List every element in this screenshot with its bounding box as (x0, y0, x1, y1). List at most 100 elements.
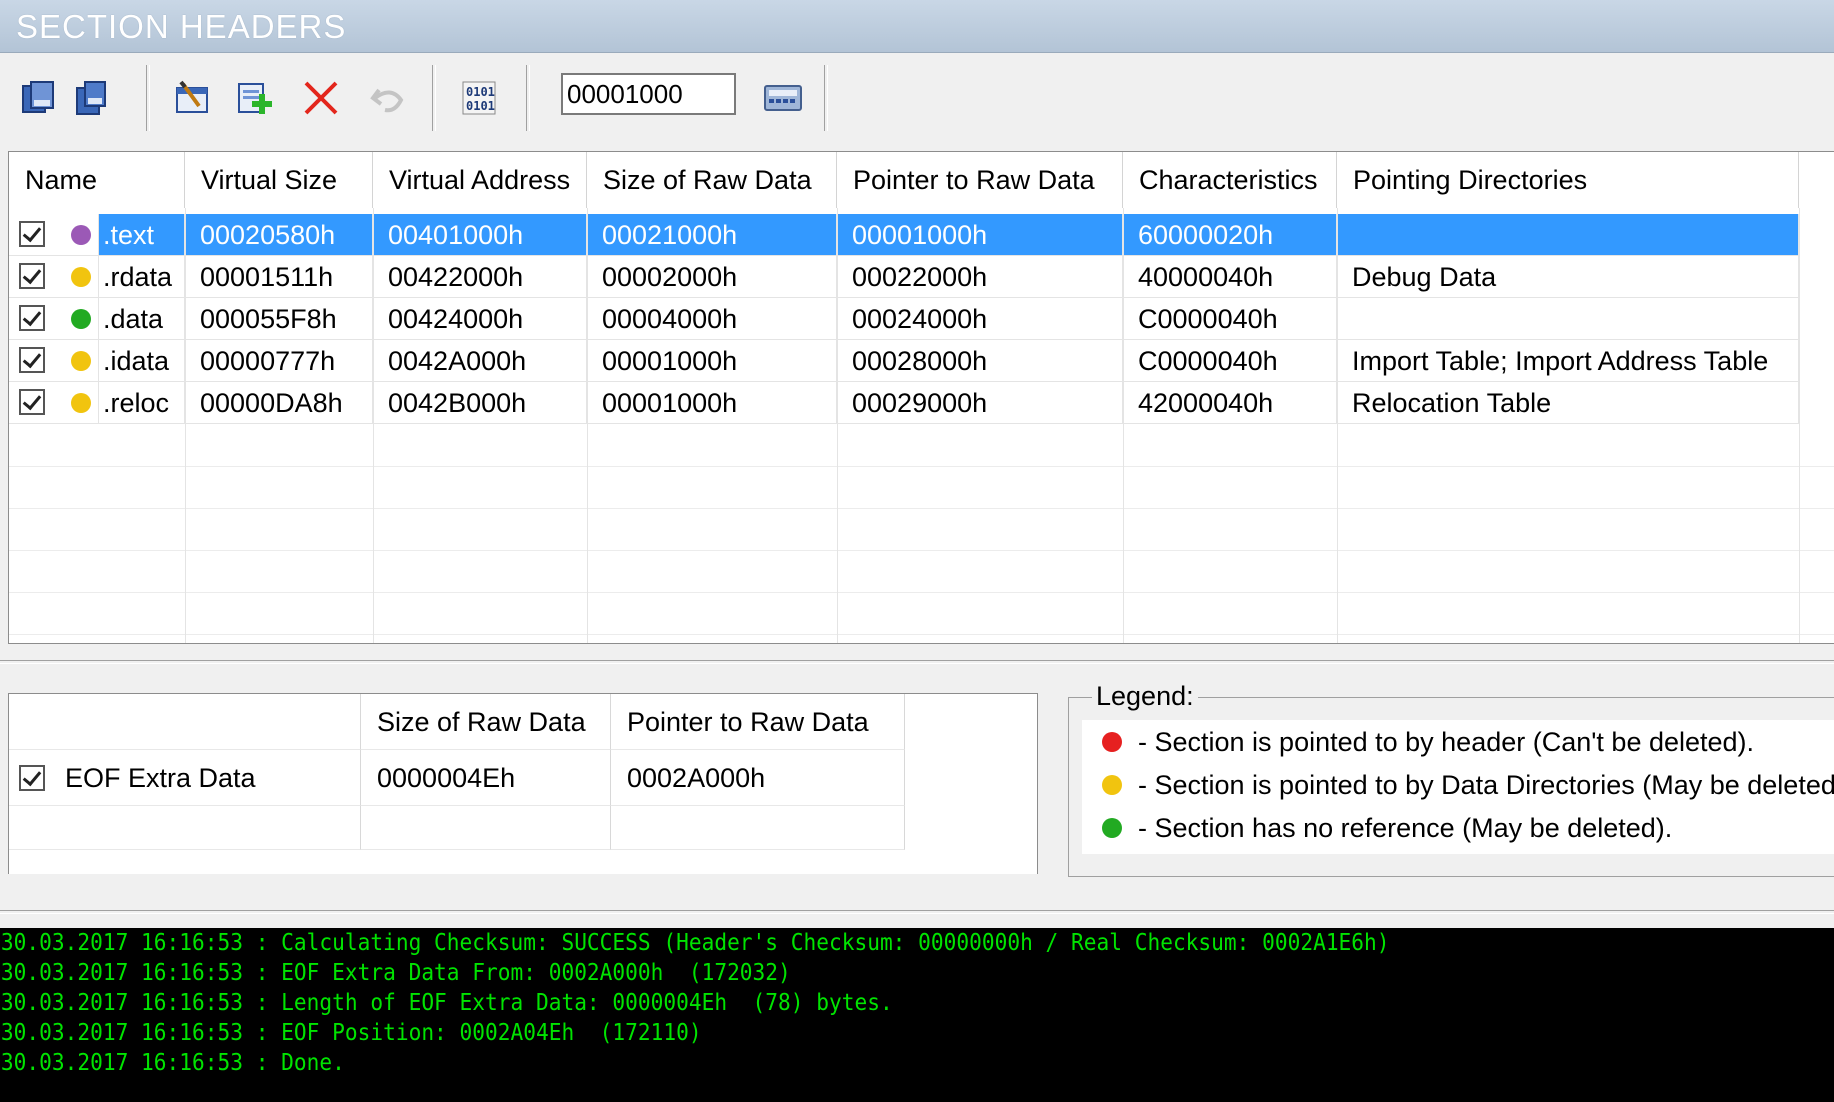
add-section-button[interactable] (232, 75, 278, 121)
section-characteristics: C0000040h (1123, 340, 1337, 382)
delete-section-button[interactable] (298, 75, 344, 121)
empty-row (9, 508, 1834, 551)
table-row[interactable]: .text 00020580h 00401000h 00021000h 0000… (9, 214, 1799, 256)
section-pointing-directories: Import Table; Import Address Table (1337, 340, 1799, 382)
eof-size-raw-data: 0000004Eh (361, 750, 611, 806)
column-header-virtual-address[interactable]: Virtual Address (373, 152, 587, 208)
legend-list: - Section is pointed to by header (Can't… (1082, 720, 1834, 854)
section-pointing-directories (1337, 298, 1799, 340)
column-header-size-raw-data[interactable]: Size of Raw Data (587, 152, 837, 208)
section-status-dot (71, 225, 91, 245)
table-row[interactable]: .data 000055F8h 00424000h 00004000h 0002… (9, 298, 1799, 340)
section-characteristics: 42000040h (1123, 382, 1337, 424)
section-virtual-size: 00000777h (185, 340, 373, 382)
table-row[interactable]: .idata 00000777h 0042A000h 00001000h 000… (9, 340, 1799, 382)
edit-icon (176, 80, 208, 113)
eof-row-label-cell[interactable]: EOF Extra Data (9, 750, 361, 806)
grid-line (587, 208, 588, 643)
row-status-cell (9, 340, 99, 382)
table-row[interactable]: .reloc 00000DA8h 0042B000h 00001000h 000… (9, 382, 1799, 424)
section-size-raw-data: 00021000h (587, 214, 837, 256)
row-status-cell (9, 214, 99, 256)
panel-title-bar: SECTION HEADERS (0, 0, 1834, 53)
column-header-eof-pointer-raw-data[interactable]: Pointer to Raw Data (611, 694, 905, 750)
green-dot-icon (1102, 818, 1122, 838)
eof-extra-data-table: Size of Raw Data Pointer to Raw Data EOF… (8, 693, 1038, 874)
legend-item-text: - Section is pointed to by header (Can't… (1138, 727, 1755, 757)
log-output[interactable]: 30.03.2017 16:16:53 : Calculating Checks… (0, 928, 1834, 1102)
section-size-raw-data: 00002000h (587, 256, 837, 298)
section-name: .reloc (99, 382, 185, 424)
svg-text:0101: 0101 (466, 85, 495, 99)
section-pointer-raw-data: 00022000h (837, 256, 1123, 298)
log-line: 30.03.2017 16:16:53 : EOF Extra Data Fro… (0, 960, 791, 986)
empty-row (9, 806, 361, 850)
section-characteristics: 60000020h (1123, 214, 1337, 256)
section-virtual-size: 00001511h (185, 256, 373, 298)
section-name: .data (99, 298, 185, 340)
legend-title: Legend: (1092, 681, 1198, 712)
row-status-cell (9, 382, 99, 424)
undo-button[interactable] (364, 75, 410, 121)
panel-title: SECTION HEADERS (16, 8, 347, 45)
section-virtual-address: 0042B000h (373, 382, 587, 424)
section-virtual-size: 000055F8h (185, 298, 373, 340)
empty-row (361, 806, 611, 850)
offset-input[interactable] (561, 73, 736, 115)
grid-line (837, 208, 838, 643)
section-status-dot (71, 267, 91, 287)
section-pointing-directories (1337, 214, 1799, 256)
hex-view-button[interactable]: 0101 0101 (456, 75, 502, 121)
grid-line (373, 208, 374, 643)
section-checkbox[interactable] (19, 305, 45, 331)
section-size-raw-data: 00001000h (587, 340, 837, 382)
log-line: 30.03.2017 16:16:53 : Length of EOF Extr… (0, 990, 893, 1016)
binary-icon: 0101 0101 (462, 81, 496, 115)
table-row[interactable]: .rdata 00001511h 00422000h 00002000h 000… (9, 256, 1799, 298)
column-header-pointing-directories[interactable]: Pointing Directories (1337, 152, 1799, 208)
toolbar-separator (432, 65, 436, 131)
toolbar-separator (526, 65, 530, 131)
section-status-dot (71, 309, 91, 329)
add-icon (238, 83, 272, 114)
grid-line (1337, 208, 1338, 643)
undo-icon (370, 88, 404, 113)
row-status-cell (9, 298, 99, 340)
calculator-button[interactable] (760, 75, 806, 121)
edit-section-button[interactable] (170, 75, 216, 121)
empty-row (611, 806, 905, 850)
section-checkbox[interactable] (19, 263, 45, 289)
eof-pointer-raw-data: 0002A000h (611, 750, 905, 806)
section-pointing-directories: Relocation Table (1337, 382, 1799, 424)
eof-checkbox[interactable] (19, 765, 45, 791)
copy-icon (22, 81, 54, 113)
red-dot-icon (1102, 732, 1122, 752)
section-headers-table: Name Virtual Size Virtual Address Size o… (8, 151, 1834, 644)
section-name: .idata (99, 340, 185, 382)
column-header-pointer-raw-data[interactable]: Pointer to Raw Data (837, 152, 1123, 208)
section-size-raw-data: 00001000h (587, 382, 837, 424)
copy-sections-button[interactable] (16, 75, 62, 121)
section-name: .rdata (99, 256, 185, 298)
delete-icon (304, 81, 338, 115)
column-header-characteristics[interactable]: Characteristics (1123, 152, 1337, 208)
section-pointing-directories: Debug Data (1337, 256, 1799, 298)
paste-sections-button[interactable] (68, 75, 114, 121)
section-status-dot (71, 351, 91, 371)
grid-line (185, 208, 186, 643)
column-header-eof-size-raw-data[interactable]: Size of Raw Data (361, 694, 611, 750)
paste-icon (76, 81, 106, 115)
grid-line (1123, 208, 1124, 643)
section-pointer-raw-data: 00028000h (837, 340, 1123, 382)
column-header-virtual-size[interactable]: Virtual Size (185, 152, 373, 208)
svg-text:0101: 0101 (466, 99, 495, 113)
empty-row (9, 592, 1834, 635)
section-virtual-address: 00422000h (373, 256, 587, 298)
legend-item-text: - Section has no reference (May be delet… (1138, 813, 1673, 843)
section-checkbox[interactable] (19, 389, 45, 415)
column-header-name[interactable]: Name (9, 152, 185, 208)
calculator-icon (764, 85, 802, 111)
section-checkbox[interactable] (19, 347, 45, 373)
section-checkbox[interactable] (19, 221, 45, 247)
section-characteristics: C0000040h (1123, 298, 1337, 340)
